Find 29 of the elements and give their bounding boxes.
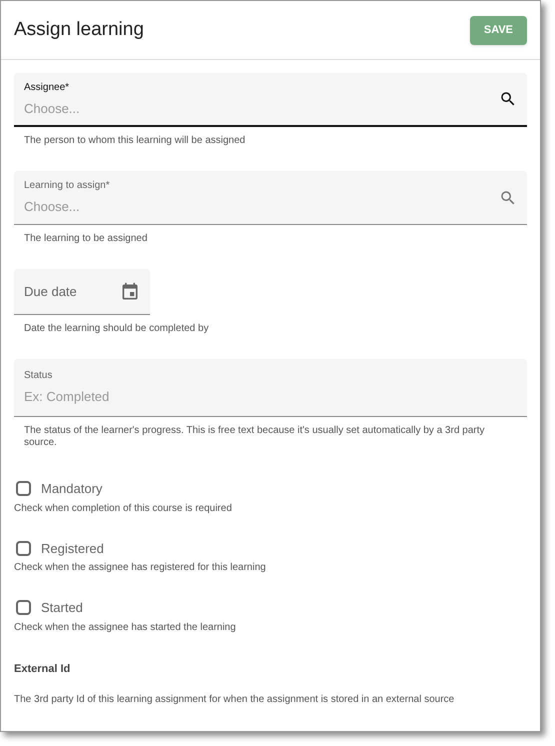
checkbox-label: Registered xyxy=(41,540,104,558)
helper-text: The person to whom this learning will be assigned xyxy=(23,135,246,147)
checkbox[interactable] xyxy=(16,481,31,496)
input-field[interactable]: Status Ex: Completed xyxy=(14,359,527,417)
section-label: External Id xyxy=(14,662,72,676)
input-field[interactable]: Assignee* Choose... xyxy=(14,73,527,127)
field-input[interactable]: Due date xyxy=(24,282,120,302)
helper-text: Check when completion of this course is required xyxy=(14,502,233,514)
helper-text: The learning to be assigned xyxy=(23,233,148,245)
input-field[interactable]: Learning to assign* Choose... xyxy=(14,171,527,225)
checkbox-label: Mandatory xyxy=(41,480,102,498)
field-input[interactable]: Choose... xyxy=(24,197,499,217)
field-input[interactable]: Choose... xyxy=(24,98,499,118)
helper-text: Check when the assignee has started the learning xyxy=(14,622,237,634)
field-label: Learning to assign* xyxy=(24,179,111,194)
checkbox-label: Started xyxy=(41,599,83,617)
checkbox[interactable] xyxy=(16,600,31,616)
date-field[interactable]: Due date xyxy=(14,269,150,315)
dialog-title: Assign learning xyxy=(14,18,144,42)
calendar-icon[interactable] xyxy=(120,282,140,302)
helper-text: Date the learning should be completed by xyxy=(23,323,210,335)
field-label: Assignee* xyxy=(24,80,70,95)
helper-text: The status of the learner's progress. This is free text because it's usually set automatically by a 3rd party source. xyxy=(23,425,486,449)
field-label: Status xyxy=(24,369,54,384)
helper-text: The 3rd party Id of this learning assignment for when the assignment is stored in an external source xyxy=(14,694,456,706)
helper-text: Check when the assignee has registered for this learning xyxy=(14,562,267,574)
field-input[interactable]: Ex: Completed xyxy=(24,387,517,407)
checkbox[interactable] xyxy=(16,540,31,556)
search-icon[interactable] xyxy=(499,90,517,108)
